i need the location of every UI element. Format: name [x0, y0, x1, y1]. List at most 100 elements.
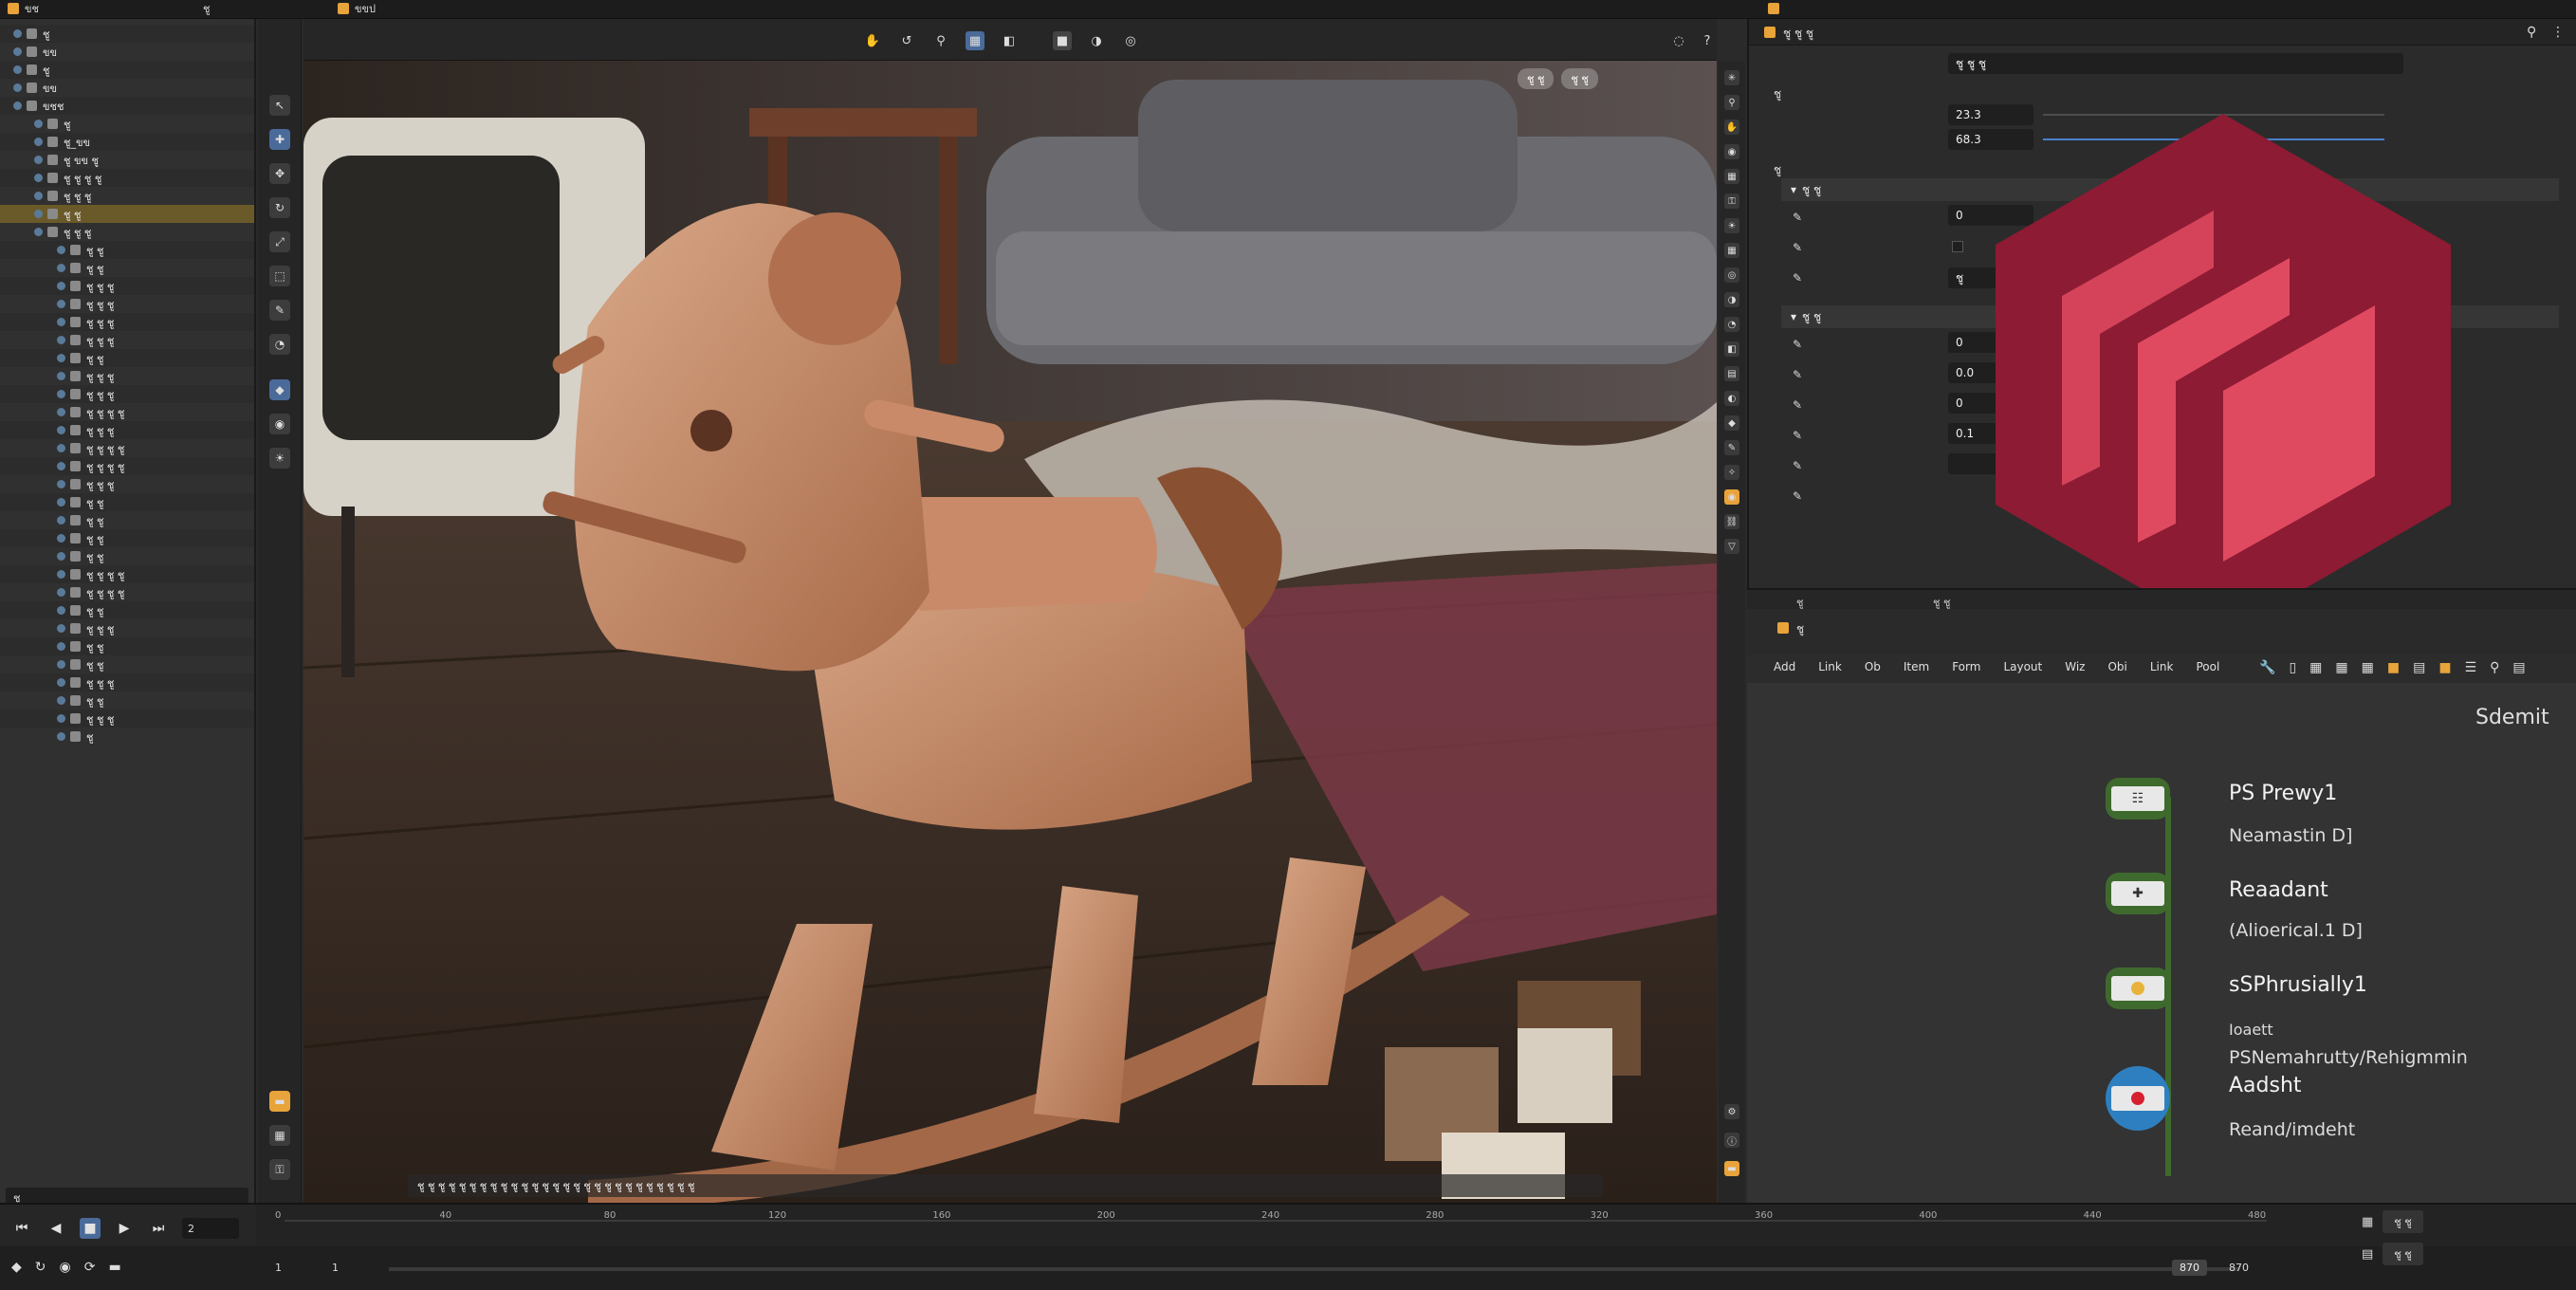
expand-icon[interactable] [34, 174, 43, 182]
workspace-menu[interactable]: ขขป [338, 2, 376, 15]
outliner-row[interactable]: ชู [0, 25, 254, 43]
help-icon[interactable]: ? [1698, 31, 1717, 50]
node-1[interactable]: ☷ [2106, 778, 2170, 820]
nav-hand-icon[interactable]: ✋ [1724, 120, 1739, 135]
nav-physics-icon[interactable]: ◉ [1724, 489, 1739, 505]
pin-icon[interactable]: ■ [2438, 660, 2451, 675]
loop-icon[interactable]: ↻ [35, 1260, 46, 1275]
annotate-tool-icon[interactable]: ✎ [269, 300, 290, 321]
shading-render-icon[interactable]: ◎ [1121, 31, 1140, 50]
node-menu-item[interactable]: Wiz [2065, 660, 2085, 673]
expand-icon[interactable] [57, 732, 65, 741]
nav-ortho-icon[interactable]: ▦ [1724, 169, 1739, 184]
transform-tool-icon[interactable]: ⬚ [269, 266, 290, 286]
nav-output-icon[interactable]: ▤ [1724, 366, 1739, 381]
outliner-row[interactable]: ชู [0, 115, 254, 133]
expand-icon[interactable] [34, 228, 43, 236]
expand-icon[interactable] [57, 282, 65, 290]
jump-start-icon[interactable]: ⏮ [11, 1218, 32, 1239]
node-2[interactable]: ✚ [2106, 873, 2170, 914]
properties-name-field[interactable]: ชู ชู ชู [1948, 53, 2403, 74]
outliner-row[interactable]: ชู ชู ชู [0, 295, 254, 313]
expand-icon[interactable] [57, 714, 65, 723]
scrubber-track[interactable] [389, 1267, 2238, 1271]
nav-object-icon[interactable]: ◆ [1724, 415, 1739, 431]
properties-type-icon[interactable] [1764, 27, 1776, 38]
stop-icon[interactable]: ■ [80, 1218, 101, 1239]
p2-checkbox[interactable] [1952, 241, 1963, 252]
q2-pencil-icon[interactable]: ✎ [1793, 368, 1806, 381]
grid-icon[interactable]: ▦ [2362, 660, 2374, 675]
expand-icon[interactable] [34, 210, 43, 218]
image-icon[interactable]: ▦ [2309, 660, 2322, 675]
expand-icon[interactable] [57, 534, 65, 543]
outliner-row[interactable]: ชู ชู ชู [0, 475, 254, 493]
step-back-icon[interactable]: ◀ [46, 1218, 66, 1239]
nav-zoom-icon[interactable]: ⚲ [1724, 95, 1739, 110]
nav-material-icon[interactable]: ◔ [1724, 317, 1739, 332]
record-icon[interactable]: ◉ [60, 1260, 71, 1275]
expand-icon[interactable] [13, 47, 22, 56]
expand-icon[interactable] [13, 101, 22, 110]
outliner-row[interactable]: ชู ชู [0, 655, 254, 673]
nav-axis-icon[interactable]: ✳ [1724, 70, 1739, 85]
outliner-row[interactable]: ชู ชู ชู [0, 223, 254, 241]
outliner-row[interactable]: ชู ชู [0, 241, 254, 259]
image2-icon[interactable]: ▦ [2335, 660, 2347, 675]
outliner-row[interactable]: ชู ขข ชู [0, 151, 254, 169]
measure-tool-icon[interactable]: ◔ [269, 334, 290, 355]
q1-pencil-icon[interactable]: ✎ [1793, 338, 1806, 351]
expand-icon[interactable] [34, 138, 43, 146]
timeline-view-icon[interactable]: ▦ [2362, 1215, 2373, 1229]
outliner-row[interactable]: ขข [0, 79, 254, 97]
outliner-row[interactable]: ชู ชู ชู [0, 331, 254, 349]
q5-pencil-icon[interactable]: ✎ [1793, 459, 1806, 472]
timeline-ruler[interactable]: 0 40 80 120 160 200 240 280 320 360 400 440 480 [275, 1205, 2267, 1243]
outliner-row[interactable]: ชู [0, 728, 254, 746]
file-menu[interactable]: ขช [8, 2, 39, 15]
outliner-row[interactable]: ชู ชู [0, 205, 254, 223]
bookmark-tool-icon[interactable]: ▬ [269, 1091, 290, 1112]
light-tool-icon[interactable]: ☀ [269, 448, 290, 469]
outliner-row[interactable]: ชู ชู ชู [0, 619, 254, 637]
outliner-row[interactable]: ขข [0, 43, 254, 61]
nav-data-icon[interactable]: ▽ [1724, 539, 1739, 554]
play-icon[interactable]: ▶ [114, 1218, 135, 1239]
hand-icon[interactable]: ✋ [863, 31, 882, 50]
node-menu-item[interactable]: Pool [2196, 660, 2219, 673]
nav-view-icon[interactable]: ◐ [1724, 391, 1739, 406]
edit-menu[interactable]: ชู [203, 2, 210, 15]
node-4[interactable] [2106, 1066, 2170, 1131]
timeline-right-dropdown1[interactable]: ชู ชู [2383, 1210, 2423, 1233]
node-menu-item[interactable]: Ob [1865, 660, 1881, 673]
outliner-row[interactable]: ชู ชู [0, 637, 254, 655]
expand-icon[interactable] [57, 624, 65, 633]
nav-bookmark-icon[interactable]: ▬ [1724, 1161, 1739, 1176]
outliner-row[interactable]: ชู ชู ชู ชู [0, 403, 254, 421]
p2-pencil-icon[interactable]: ✎ [1793, 241, 1806, 254]
outliner-row[interactable]: ชู ชู ชู ชู [0, 583, 254, 601]
outliner-row[interactable]: ชู ชู ชู [0, 710, 254, 728]
expand-icon[interactable] [57, 264, 65, 272]
nav-info-icon[interactable]: ⓘ [1724, 1133, 1739, 1148]
camera-tool-icon[interactable]: ◉ [269, 414, 290, 434]
start-frame[interactable]: 1 [275, 1262, 282, 1274]
nav-light-icon[interactable]: ☀ [1724, 218, 1739, 233]
outliner-row[interactable]: ชู [0, 61, 254, 79]
outliner-row[interactable]: ชู ชู [0, 511, 254, 529]
current-frame[interactable]: 870 [2172, 1260, 2207, 1276]
node-menu-item[interactable]: Obi [2107, 660, 2126, 673]
timeline-filter-icon[interactable]: ▤ [2362, 1247, 2373, 1262]
properties-menu-icon[interactable]: ⋮ [2551, 25, 2565, 40]
scale-tool-icon[interactable]: ⤢ [269, 231, 290, 252]
expand-icon[interactable] [57, 318, 65, 326]
expand-icon[interactable] [57, 408, 65, 416]
outliner-row[interactable]: ชู ชู [0, 493, 254, 511]
doc-icon[interactable]: ▯ [2289, 660, 2296, 675]
grid-tool-icon[interactable]: ▦ [269, 1125, 290, 1146]
node-menu-item[interactable]: Link [1818, 660, 1842, 673]
sync-icon[interactable]: ⟳ [84, 1260, 96, 1275]
node-editor-canvas[interactable]: Sdemit ☷ PS Prewy1 Neamastin D] ✚ Reaada… [1747, 683, 2576, 1203]
props-topbar-item[interactable] [1768, 2, 1779, 15]
expand-icon[interactable] [57, 300, 65, 308]
